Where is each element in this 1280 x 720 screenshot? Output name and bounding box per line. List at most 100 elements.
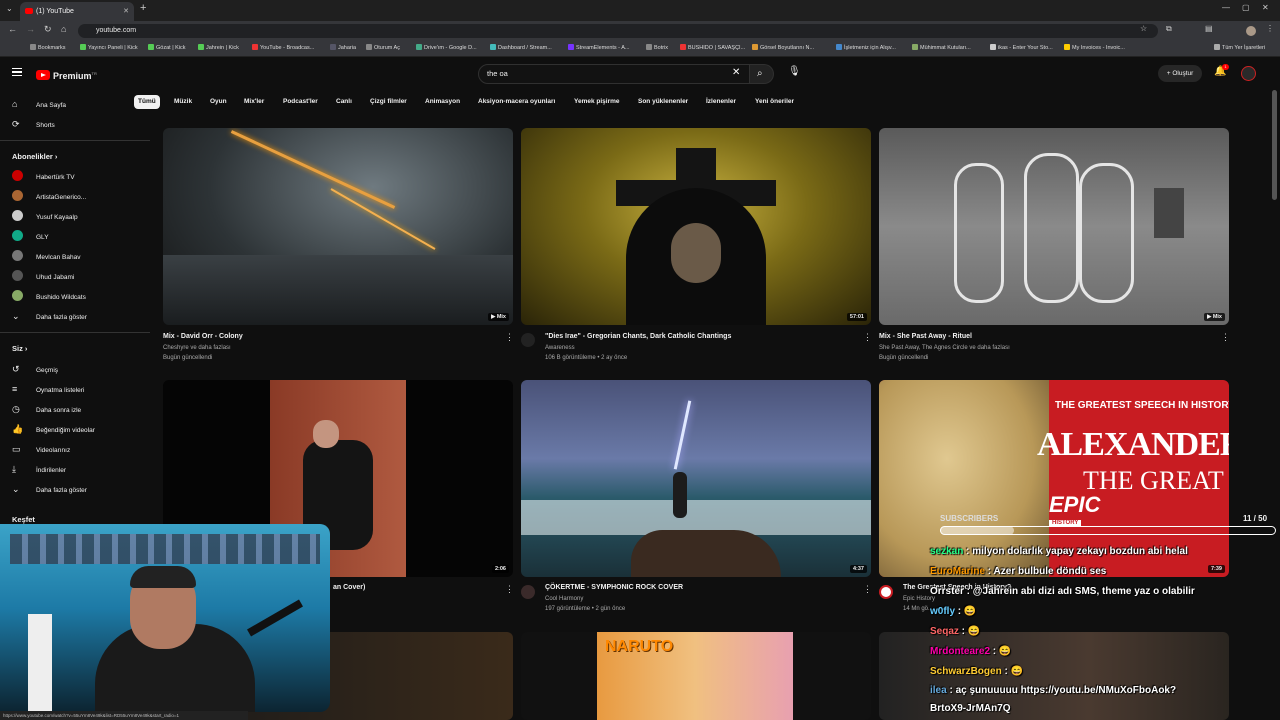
bookmark-favicon-icon: [252, 44, 258, 50]
more-options-icon[interactable]: ⋮: [505, 584, 514, 595]
chip-11[interactable]: İzlenenler: [702, 95, 740, 109]
browser-menu-icon[interactable]: ⋮: [1266, 24, 1274, 33]
bookmark-item[interactable]: My Invoices - Invoic...: [1064, 44, 1125, 51]
bookmark-item[interactable]: Mühimmat Kutuları...: [912, 44, 971, 51]
sidebar-channel[interactable]: Bushido Wildcats: [12, 290, 86, 304]
chat-username: sezkan: [930, 546, 964, 557]
subscriptions-heading[interactable]: Abonelikler ›: [12, 152, 57, 161]
sidebar-item-home[interactable]: ⌂ Ana Sayfa: [12, 97, 66, 111]
sidebar-item[interactable]: ↺ Geçmiş: [12, 362, 58, 376]
sidebar-item-shorts[interactable]: ⟳ Shorts: [12, 117, 55, 131]
chip-1[interactable]: Müzik: [170, 95, 196, 109]
bookmark-item[interactable]: İşletmeniz için Alışv...: [836, 44, 896, 51]
sidebar-channel[interactable]: Habertürk TV: [12, 170, 75, 184]
bookmark-item[interactable]: StreamElements - A...: [568, 44, 630, 51]
page-scrollbar[interactable]: [1272, 90, 1277, 200]
sidepanel-icon[interactable]: ▤: [1205, 24, 1213, 33]
bookmark-item[interactable]: Jahrein | Kick: [198, 44, 239, 51]
close-tab-icon[interactable]: ✕: [123, 2, 129, 21]
reload-icon[interactable]: ↻: [44, 24, 52, 35]
bookmark-item[interactable]: Görsel Boyutlarını N...: [752, 44, 814, 51]
sidebar-channel[interactable]: Mevlcan Bahav: [12, 250, 80, 264]
chip-4[interactable]: Podcast'ler: [279, 95, 322, 109]
chip-6[interactable]: Çizgi filmler: [366, 95, 411, 109]
chip-5[interactable]: Canlı: [332, 95, 356, 109]
video-title[interactable]: an Cover): [333, 584, 365, 591]
bookmark-item[interactable]: Drive'ım - Google D...: [416, 44, 477, 51]
bookmark-item[interactable]: Dashboard / Stream...: [490, 44, 552, 51]
white-column-statue: [28, 614, 52, 712]
channel-avatar[interactable]: [521, 333, 535, 347]
bookmark-favicon-icon: [416, 44, 422, 50]
sidebar-channel[interactable]: Yusuf Kayaalp: [12, 210, 78, 224]
more-options-icon[interactable]: ⋮: [505, 332, 514, 343]
chip-9[interactable]: Yemek pişirme: [570, 95, 624, 109]
video-thumbnail-rituel[interactable]: ▶ Mix: [879, 128, 1229, 325]
chip-8[interactable]: Aksiyon-macera oyunları: [474, 95, 559, 109]
sidebar-channel[interactable]: Uhud Jabami: [12, 270, 74, 284]
you-heading[interactable]: Siz ›: [12, 344, 27, 353]
forward-icon[interactable]: →: [26, 24, 35, 34]
clear-search-icon[interactable]: ✕: [732, 67, 740, 78]
bookmark-item[interactable]: BUSHIDO | SAVAŞÇI...: [680, 44, 745, 51]
tab-youtube[interactable]: (1) YouTube ✕: [20, 2, 134, 21]
video-title[interactable]: Mix - David Orr - Colony: [163, 333, 243, 340]
maximize-button[interactable]: ▢: [1242, 3, 1250, 12]
chip-12[interactable]: Yeni öneriler: [751, 95, 798, 109]
you-show-more[interactable]: ⌄ Daha fazla göster: [12, 482, 87, 496]
video-thumbnail-dies-irae[interactable]: 57:01: [521, 128, 871, 325]
search-button[interactable]: ⌕: [750, 64, 774, 84]
channel-avatar[interactable]: [521, 585, 535, 599]
bookmark-item[interactable]: Oturum Aç: [366, 44, 400, 51]
home-icon[interactable]: ⌂: [61, 24, 66, 34]
video-title[interactable]: "Dies Irae" - Gregorian Chants, Dark Cat…: [545, 333, 731, 340]
video-title[interactable]: Mix - She Past Away - Rituel: [879, 333, 972, 340]
chip-2[interactable]: Oyun: [206, 95, 231, 109]
subs-show-more[interactable]: ⌄ Daha fazla göster: [12, 309, 87, 323]
channel-avatar[interactable]: [879, 585, 893, 599]
close-window-button[interactable]: ✕: [1262, 3, 1269, 12]
sidebar-channel[interactable]: ArtistaGenerico...: [12, 190, 86, 204]
more-options-icon[interactable]: ⋮: [1221, 332, 1230, 343]
extensions-icon[interactable]: ⧉: [1166, 24, 1172, 34]
bookmark-item[interactable]: Gözat | Kick: [148, 44, 186, 51]
hamburger-menu-icon[interactable]: [12, 68, 22, 76]
video-meta: Bugün güncellendi: [879, 355, 929, 361]
bookmark-item[interactable]: Bookmarks: [30, 44, 66, 51]
chip-7[interactable]: Animasyon: [421, 95, 464, 109]
profile-avatar-icon[interactable]: [1246, 26, 1256, 36]
tab-search-icon[interactable]: ⌄: [6, 4, 13, 13]
chip-10[interactable]: Son yüklenenler: [634, 95, 692, 109]
sidebar-channel[interactable]: GLY: [12, 230, 49, 244]
sidebar-item[interactable]: ▭ Videolarınız: [12, 442, 70, 456]
sidebar-item[interactable]: 👍 Beğendiğim videolar: [12, 422, 95, 436]
bookmark-item[interactable]: Jaharia: [330, 44, 356, 51]
bookmark-star-icon[interactable]: ☆: [1140, 24, 1147, 33]
bookmark-item[interactable]: Yayıncı Paneli | Kick: [80, 44, 138, 51]
video-title[interactable]: ÇÖKERTME - SYMPHONIC ROCK COVER: [545, 584, 683, 591]
sidebar-item[interactable]: ◷ Daha sonra izle: [12, 402, 81, 416]
chat-username: EuroMarine: [930, 566, 986, 577]
chip-3[interactable]: Mix'ler: [240, 95, 268, 109]
minimize-button[interactable]: —: [1222, 3, 1230, 12]
more-options-icon[interactable]: ⋮: [863, 584, 872, 595]
bookmark-item[interactable]: YouTube - Broadcas...: [252, 44, 314, 51]
account-avatar[interactable]: [1241, 66, 1256, 81]
microphone-icon[interactable]: 🎙: [788, 66, 801, 77]
bookmark-item[interactable]: ikas - Enter Your Sto...: [990, 44, 1053, 51]
video-thumbnail-naruto[interactable]: NARUTO: [521, 632, 871, 720]
sidebar-item[interactable]: ≡ Oynatma listeleri: [12, 382, 84, 396]
back-icon[interactable]: ←: [8, 24, 17, 34]
search-input[interactable]: the oa: [478, 64, 750, 84]
video-thumbnail-colony[interactable]: ▶ Mix: [163, 128, 513, 325]
address-bar[interactable]: youtube.com: [78, 24, 1158, 38]
new-tab-button[interactable]: +: [140, 2, 146, 14]
create-button[interactable]: + Oluştur: [1158, 65, 1202, 82]
bookmark-item[interactable]: Tüm Yer İşaretleri: [1214, 44, 1265, 51]
video-thumbnail-cokertme[interactable]: 4:37: [521, 380, 871, 577]
bookmark-item[interactable]: Botrix: [646, 44, 668, 51]
sidebar-item[interactable]: ⤓ İndirilenler: [12, 462, 66, 476]
more-options-icon[interactable]: ⋮: [863, 332, 872, 343]
youtube-premium-logo[interactable]: PremiumTR: [36, 67, 97, 81]
chip-0[interactable]: Tümü: [134, 95, 160, 109]
